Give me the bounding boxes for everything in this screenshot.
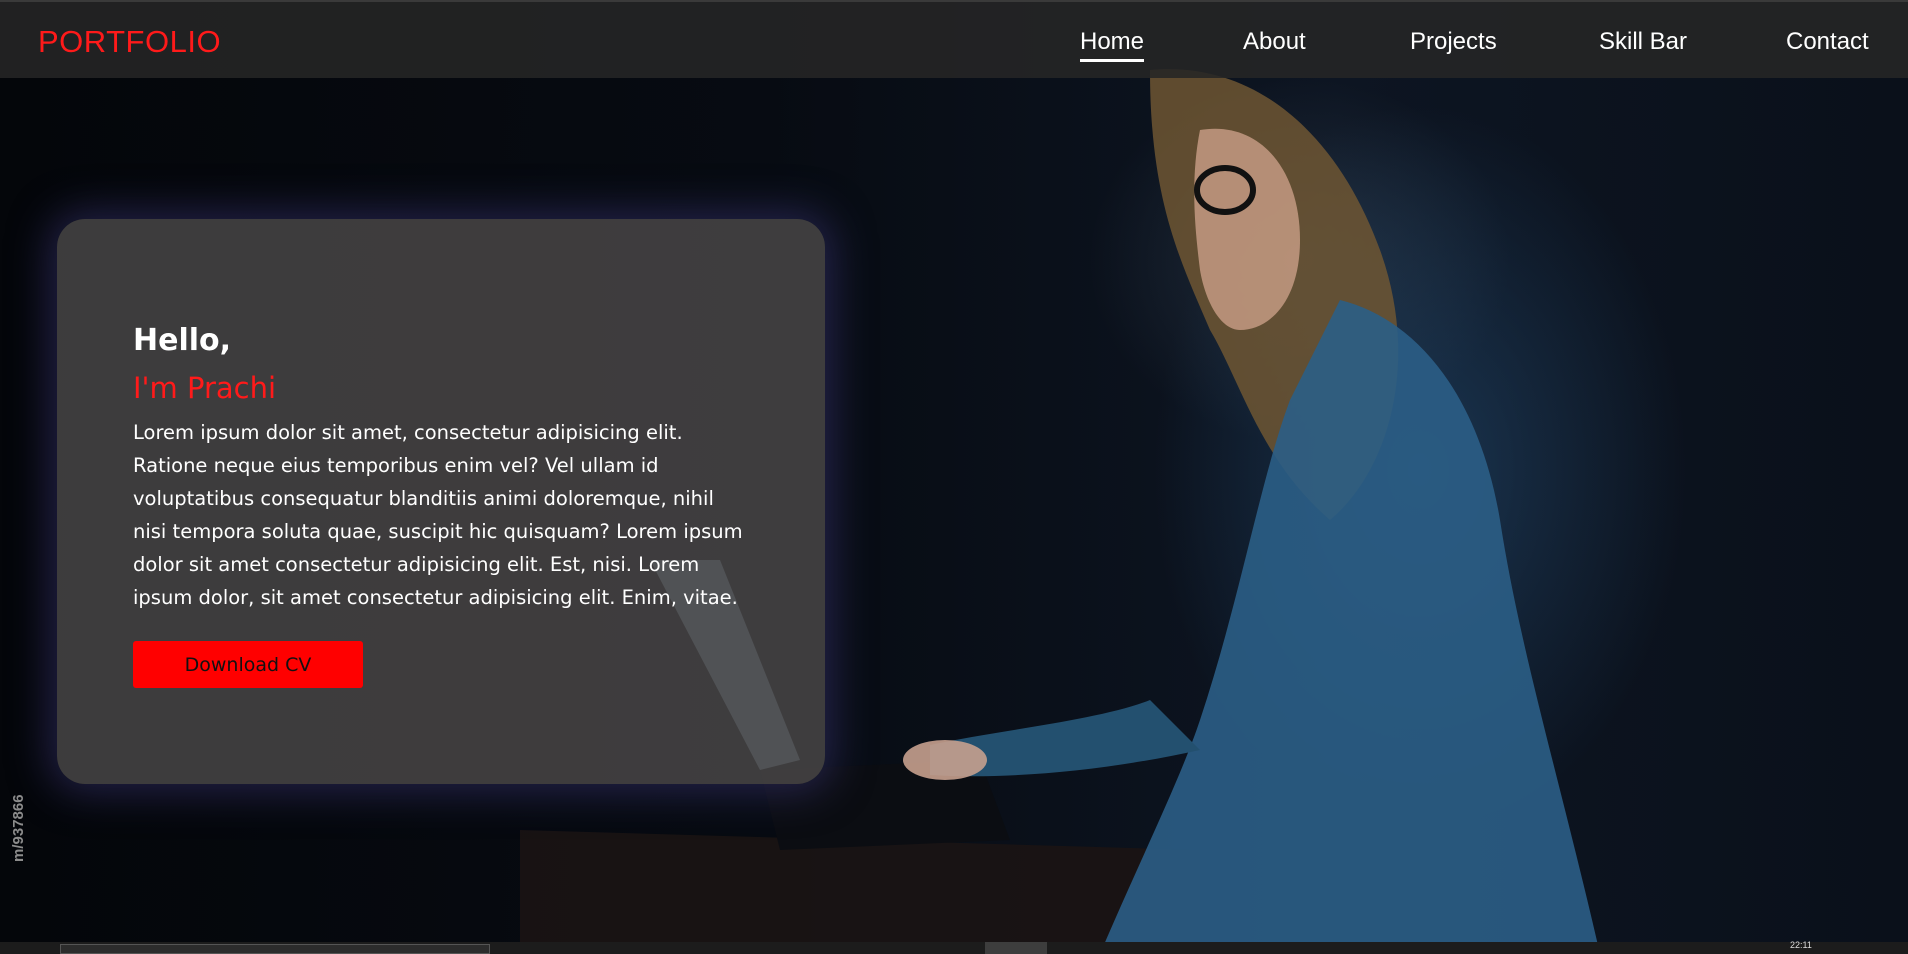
brand-logo[interactable]: PORTFOLIO — [38, 24, 221, 60]
taskbar-active-app[interactable] — [985, 942, 1047, 954]
download-cv-button[interactable]: Download CV — [133, 641, 363, 688]
nav-link-contact[interactable]: Contact — [1786, 28, 1869, 56]
hero-greeting: Hello, — [133, 323, 232, 358]
taskbar-clock: 22:11 — [1790, 940, 1812, 950]
hero-bio: Lorem ipsum dolor sit amet, consectetur … — [133, 421, 743, 609]
nav-link-home[interactable]: Home — [1080, 28, 1145, 62]
top-navbar: PORTFOLIO Home About Projects Skill Bar … — [0, 0, 1908, 78]
taskbar-search-box[interactable] — [60, 944, 490, 954]
nav-link-projects[interactable]: Projects — [1410, 28, 1497, 56]
portfolio-page: PORTFOLIO Home About Projects Skill Bar … — [0, 0, 1908, 954]
nav-link-about[interactable]: About — [1243, 28, 1306, 56]
image-watermark-id: m/937866 — [10, 794, 27, 862]
hero-intro-card: Hello, I'm Prachi Lorem ipsum dolor sit … — [57, 219, 825, 784]
os-taskbar: 22:11 — [0, 940, 1908, 954]
nav-link-skill-bar[interactable]: Skill Bar — [1599, 28, 1687, 56]
hero-name: I'm Prachi — [133, 371, 277, 405]
